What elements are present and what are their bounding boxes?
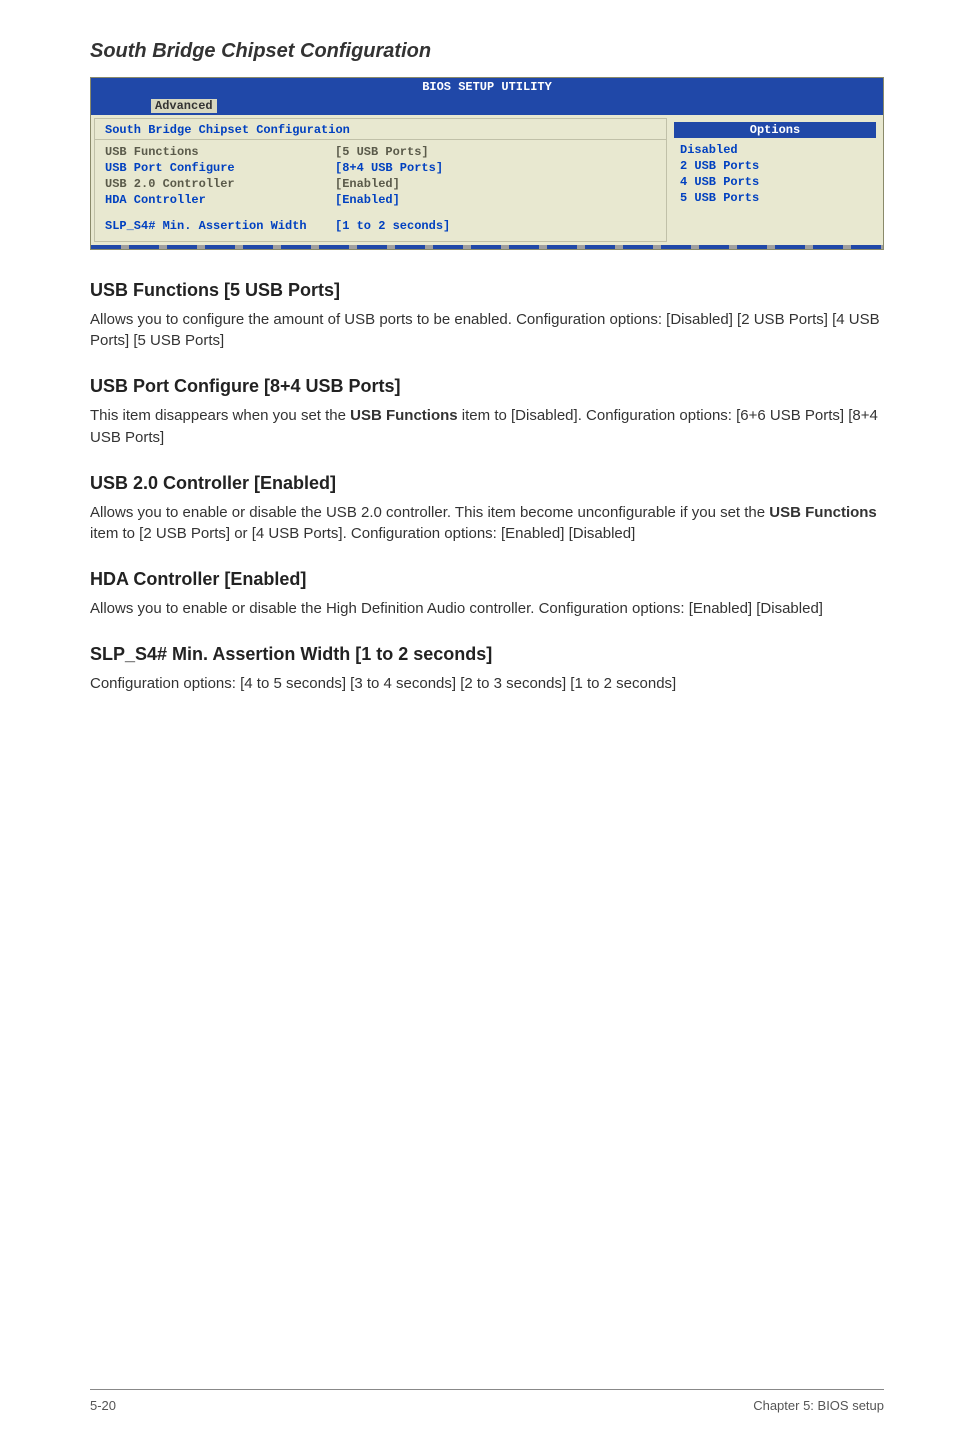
bios-label: SLP_S4# Min. Assertion Width bbox=[105, 218, 335, 234]
setting-desc: This item disappears when you set the US… bbox=[90, 405, 884, 449]
bios-right-panel: Options Disabled 2 USB Ports 4 USB Ports… bbox=[670, 118, 880, 242]
bios-value: [Enabled] bbox=[335, 192, 400, 208]
setting-desc: Allows you to configure the amount of US… bbox=[90, 309, 884, 353]
bios-row-usb-functions: USB Functions [5 USB Ports] bbox=[95, 144, 666, 160]
bios-tab-row: Advanced bbox=[91, 96, 883, 115]
setting-desc: Allows you to enable or disable the USB … bbox=[90, 502, 884, 546]
setting-title-hda-controller: HDA Controller [Enabled] bbox=[90, 569, 884, 590]
section-heading: South Bridge Chipset Configuration bbox=[90, 40, 884, 63]
bios-screenshot: BIOS SETUP UTILITY Advanced South Bridge… bbox=[90, 77, 884, 250]
bios-label: USB Port Configure bbox=[105, 160, 335, 176]
spacer bbox=[95, 208, 666, 218]
bios-value: [5 USB Ports] bbox=[335, 144, 429, 160]
option-item: 2 USB Ports bbox=[680, 158, 870, 174]
bios-value: [Enabled] bbox=[335, 176, 400, 192]
option-item: 5 USB Ports bbox=[680, 190, 870, 206]
bios-value: [1 to 2 seconds] bbox=[335, 218, 450, 234]
bios-subtitle: South Bridge Chipset Configuration bbox=[95, 123, 666, 140]
options-header: Options bbox=[674, 122, 876, 138]
bios-label: HDA Controller bbox=[105, 192, 335, 208]
setting-desc: Configuration options: [4 to 5 seconds] … bbox=[90, 673, 884, 695]
page-number: 5-20 bbox=[90, 1398, 116, 1413]
setting-title-usb-functions: USB Functions [5 USB Ports] bbox=[90, 280, 884, 301]
setting-title-slp-s4: SLP_S4# Min. Assertion Width [1 to 2 sec… bbox=[90, 644, 884, 665]
option-item: Disabled bbox=[680, 142, 870, 158]
bios-left-panel: South Bridge Chipset Configuration USB F… bbox=[94, 118, 667, 242]
setting-title-usb-port-configure: USB Port Configure [8+4 USB Ports] bbox=[90, 376, 884, 397]
bios-title: BIOS SETUP UTILITY bbox=[91, 78, 883, 96]
options-list: Disabled 2 USB Ports 4 USB Ports 5 USB P… bbox=[670, 142, 880, 207]
chapter-label: Chapter 5: BIOS setup bbox=[753, 1398, 884, 1413]
bios-row-slp-s4: SLP_S4# Min. Assertion Width [1 to 2 sec… bbox=[95, 218, 666, 234]
bios-row-usb-port-configure: USB Port Configure [8+4 USB Ports] bbox=[95, 160, 666, 176]
page-footer: 5-20 Chapter 5: BIOS setup bbox=[90, 1389, 884, 1413]
bios-row-usb-2-controller: USB 2.0 Controller [Enabled] bbox=[95, 176, 666, 192]
setting-desc: Allows you to enable or disable the High… bbox=[90, 598, 884, 620]
bios-row-hda-controller: HDA Controller [Enabled] bbox=[95, 192, 666, 208]
bios-tab-advanced: Advanced bbox=[151, 99, 217, 113]
bios-footer-separator bbox=[91, 245, 883, 249]
bios-body: South Bridge Chipset Configuration USB F… bbox=[91, 115, 883, 245]
setting-title-usb-2-controller: USB 2.0 Controller [Enabled] bbox=[90, 473, 884, 494]
bios-label: USB Functions bbox=[105, 144, 335, 160]
bios-value: [8+4 USB Ports] bbox=[335, 160, 443, 176]
option-item: 4 USB Ports bbox=[680, 174, 870, 190]
bios-label: USB 2.0 Controller bbox=[105, 176, 335, 192]
